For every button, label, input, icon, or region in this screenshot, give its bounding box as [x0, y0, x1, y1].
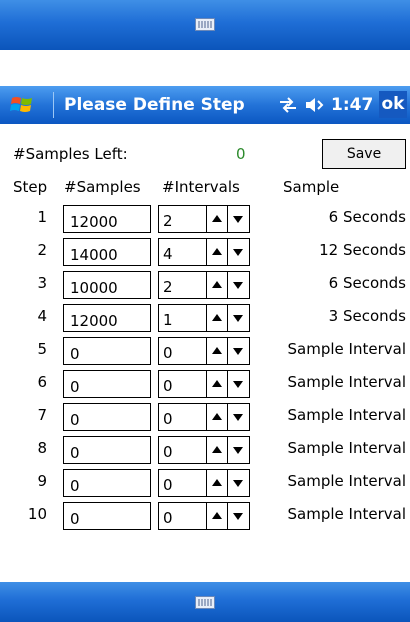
intervals-column-header: #Intervals — [162, 178, 240, 196]
window-title: Please Define Step — [64, 95, 245, 115]
step-number: 8 — [37, 439, 47, 457]
step-number: 7 — [37, 406, 47, 424]
samples-input[interactable] — [63, 370, 151, 398]
windows-flag-icon[interactable] — [9, 92, 35, 118]
step-number: 2 — [37, 241, 47, 259]
samples-input[interactable] — [63, 304, 151, 332]
step-row: 4 3 Seconds — [0, 301, 410, 334]
sample-interval-text: Sample Interval — [287, 406, 406, 424]
step-row: 5 Sample Interval — [0, 334, 410, 367]
speaker-icon[interactable] — [304, 96, 326, 114]
step-number: 3 — [37, 274, 47, 292]
intervals-stepper — [158, 370, 250, 398]
increment-arrow-icon[interactable] — [207, 338, 228, 364]
increment-arrow-icon[interactable] — [207, 503, 228, 529]
samples-input[interactable] — [63, 205, 151, 233]
sample-interval-text: 6 Seconds — [328, 208, 406, 226]
intervals-stepper — [158, 205, 250, 233]
increment-arrow-icon[interactable] — [207, 272, 228, 298]
bottom-input-panel-bar — [0, 582, 410, 622]
decrement-arrow-icon[interactable] — [228, 239, 249, 265]
samples-input[interactable] — [63, 436, 151, 464]
samples-left-value: 0 — [236, 145, 246, 163]
intervals-input[interactable] — [159, 404, 207, 430]
top-input-panel-bar — [0, 0, 410, 50]
sample-interval-text: 12 Seconds — [319, 241, 406, 259]
step-row: 3 6 Seconds — [0, 268, 410, 301]
samples-left-label: #Samples Left: — [13, 145, 128, 163]
sample-column-header: Sample — [283, 178, 340, 196]
decrement-arrow-icon[interactable] — [228, 437, 249, 463]
step-number: 10 — [27, 505, 47, 523]
sample-interval-text: Sample Interval — [287, 439, 406, 457]
decrement-arrow-icon[interactable] — [228, 305, 249, 331]
step-row: 6 Sample Interval — [0, 367, 410, 400]
decrement-arrow-icon[interactable] — [228, 338, 249, 364]
intervals-stepper — [158, 469, 250, 497]
step-row: 2 12 Seconds — [0, 235, 410, 268]
step-number: 4 — [37, 307, 47, 325]
keyboard-icon[interactable] — [195, 596, 215, 609]
intervals-input[interactable] — [159, 437, 207, 463]
step-row: 1 6 Seconds — [0, 202, 410, 235]
decrement-arrow-icon[interactable] — [228, 371, 249, 397]
step-row: 9 Sample Interval — [0, 466, 410, 499]
samples-input[interactable] — [63, 469, 151, 497]
increment-arrow-icon[interactable] — [207, 305, 228, 331]
intervals-stepper — [158, 238, 250, 266]
intervals-input[interactable] — [159, 470, 207, 496]
sample-interval-text: 3 Seconds — [328, 307, 406, 325]
step-row: 7 Sample Interval — [0, 400, 410, 433]
increment-arrow-icon[interactable] — [207, 470, 228, 496]
intervals-stepper — [158, 304, 250, 332]
step-number: 9 — [37, 472, 47, 490]
increment-arrow-icon[interactable] — [207, 437, 228, 463]
connectivity-icon[interactable] — [278, 96, 298, 114]
step-column-header: Step — [13, 178, 48, 196]
sample-interval-text: Sample Interval — [287, 340, 406, 358]
decrement-arrow-icon[interactable] — [228, 272, 249, 298]
title-separator — [53, 92, 54, 118]
intervals-input[interactable] — [159, 239, 207, 265]
intervals-stepper — [158, 337, 250, 365]
intervals-stepper — [158, 502, 250, 530]
intervals-input[interactable] — [159, 503, 207, 529]
intervals-stepper — [158, 403, 250, 431]
increment-arrow-icon[interactable] — [207, 404, 228, 430]
samples-input[interactable] — [63, 337, 151, 365]
samples-input[interactable] — [63, 502, 151, 530]
samples-column-header: #Samples — [64, 178, 141, 196]
samples-input[interactable] — [63, 238, 151, 266]
intervals-stepper — [158, 436, 250, 464]
clock[interactable]: 1:47 — [331, 95, 373, 115]
intervals-input[interactable] — [159, 272, 207, 298]
increment-arrow-icon[interactable] — [207, 206, 228, 232]
sample-interval-text: 6 Seconds — [328, 274, 406, 292]
sample-interval-text: Sample Interval — [287, 505, 406, 523]
decrement-arrow-icon[interactable] — [228, 470, 249, 496]
intervals-input[interactable] — [159, 206, 207, 232]
ok-button[interactable]: ok — [379, 91, 407, 118]
keyboard-icon[interactable] — [195, 18, 215, 31]
title-bar: Please Define Step 1:47 ok — [0, 86, 410, 124]
sample-interval-text: Sample Interval — [287, 472, 406, 490]
step-row: 8 Sample Interval — [0, 433, 410, 466]
step-number: 1 — [37, 208, 47, 226]
samples-input[interactable] — [63, 271, 151, 299]
decrement-arrow-icon[interactable] — [228, 206, 249, 232]
increment-arrow-icon[interactable] — [207, 239, 228, 265]
decrement-arrow-icon[interactable] — [228, 503, 249, 529]
step-number: 5 — [37, 340, 47, 358]
increment-arrow-icon[interactable] — [207, 371, 228, 397]
step-row: 10 Sample Interval — [0, 499, 410, 532]
decrement-arrow-icon[interactable] — [228, 404, 249, 430]
sample-interval-text: Sample Interval — [287, 373, 406, 391]
intervals-input[interactable] — [159, 371, 207, 397]
step-number: 6 — [37, 373, 47, 391]
save-button[interactable]: Save — [322, 139, 406, 169]
intervals-input[interactable] — [159, 338, 207, 364]
intervals-input[interactable] — [159, 305, 207, 331]
samples-input[interactable] — [63, 403, 151, 431]
intervals-stepper — [158, 271, 250, 299]
